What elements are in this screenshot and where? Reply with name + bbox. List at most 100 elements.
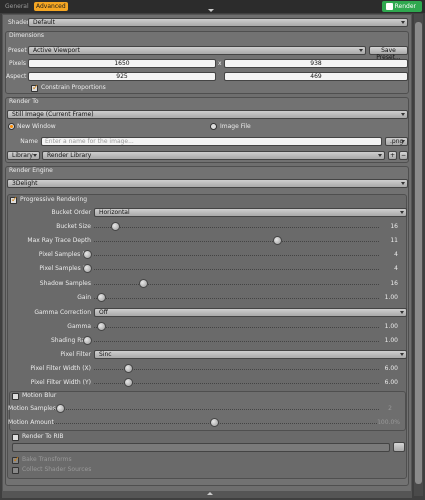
motion-samples-knob[interactable] [56, 404, 65, 413]
gain-knob[interactable] [97, 293, 106, 302]
pixel-filter-width-x-value[interactable]: 6.00 [382, 365, 398, 373]
pixel-filter-width-x-slider[interactable] [94, 369, 379, 370]
dimensions-title: Dimensions [9, 32, 45, 39]
bucket-size-value[interactable]: 16 [382, 223, 398, 231]
gain-label: Gain [77, 294, 91, 301]
tab-advanced[interactable]: Advanced [34, 2, 68, 11]
shading-rate-slider[interactable] [94, 341, 379, 342]
render-to-dropdown[interactable]: Still Image (Current Frame) [7, 110, 408, 119]
pixel-samples-y-knob[interactable] [83, 264, 92, 273]
render-engine-title: Render Engine [9, 167, 53, 174]
shading-rate-knob[interactable] [83, 336, 92, 345]
pixel-samples-x-label: Pixel Samples (X) [38, 251, 91, 258]
top-bar: General Advanced Render [0, 0, 425, 13]
rib-path-field[interactable] [12, 443, 390, 452]
bucket-order-dropdown[interactable]: Horizontal [94, 208, 407, 217]
new-window-label: New Window [17, 123, 56, 130]
render-to-rib-checkbox[interactable] [12, 434, 19, 441]
pixels-label: Pixels [8, 60, 26, 67]
max-ray-trace-depth-label: Max Ray Trace Depth [27, 237, 91, 244]
file-extension-dropdown[interactable]: .png [385, 137, 408, 146]
pixel-samples-x-slider[interactable] [94, 255, 379, 256]
collapse-arrow-icon[interactable] [208, 9, 214, 12]
motion-samples-slider[interactable] [54, 409, 379, 410]
motion-blur-group [9, 391, 406, 431]
pixel-samples-x-value[interactable]: 4 [382, 251, 398, 259]
bake-transforms-checkbox[interactable] [12, 455, 20, 464]
scrollbar-thumb[interactable] [415, 22, 422, 484]
constrain-proportions-label: Constrain Proportions [41, 84, 106, 91]
motion-amount-value[interactable]: 100.0% [372, 419, 400, 427]
save-preset-button[interactable]: Save Preset... [369, 46, 408, 61]
motion-amount-knob[interactable] [210, 418, 219, 427]
bake-transforms-label: Bake Transforms [22, 456, 72, 463]
progressive-rendering-label: Progressive Rendering [20, 196, 88, 203]
pixel-filter-width-y-slider[interactable] [94, 383, 379, 384]
shadow-samples-value[interactable]: 16 [382, 280, 398, 288]
shader-label: Shader [8, 19, 30, 26]
pixel-samples-y-label: Pixel Samples (Y) [39, 265, 91, 272]
motion-samples-value[interactable]: 2 [376, 405, 392, 413]
aspect-width-field[interactable]: 925 [28, 72, 216, 81]
gamma-label: Gamma [67, 323, 91, 330]
render-button[interactable]: Render [382, 1, 422, 12]
motion-samples-label: Motion Samples [8, 405, 56, 412]
pixel-filter-width-y-label: Pixel Filter Width (Y) [30, 379, 91, 386]
bucket-size-label: Bucket Size [56, 223, 91, 230]
preset-label: Preset [8, 47, 27, 54]
pixel-filter-label: Pixel Filter [60, 351, 91, 358]
shadow-samples-label: Shadow Samples [39, 280, 91, 287]
bucket-order-label: Bucket Order [51, 209, 91, 216]
add-button[interactable]: + [388, 151, 397, 160]
motion-blur-label: Motion Blur [22, 392, 57, 399]
max-ray-trace-depth-knob[interactable] [273, 236, 282, 245]
rib-browse-button[interactable] [393, 442, 405, 452]
collect-shader-sources-checkbox[interactable] [12, 467, 19, 474]
constrain-proportions-checkbox[interactable] [31, 83, 39, 92]
shadow-samples-slider[interactable] [94, 284, 379, 285]
pixel-filter-dropdown[interactable]: Sinc [94, 350, 407, 359]
pixels-separator: x [218, 60, 222, 67]
gain-slider[interactable] [94, 298, 379, 299]
render-to-rib-label: Render To RIB [22, 433, 64, 440]
image-name-input[interactable]: Enter a name for the image... [41, 137, 382, 146]
name-label: Name [20, 138, 38, 145]
render-engine-dropdown[interactable]: 3Delight [7, 179, 408, 188]
bottom-bar [2, 491, 412, 498]
render-icon [386, 3, 393, 10]
pixel-samples-y-value[interactable]: 4 [382, 265, 398, 273]
shader-dropdown[interactable]: Default [28, 18, 408, 27]
gamma-correction-dropdown[interactable]: Off [94, 308, 407, 317]
bucket-size-slider[interactable] [94, 227, 379, 228]
max-ray-trace-depth-slider[interactable] [94, 241, 379, 242]
image-file-radio[interactable] [210, 123, 217, 130]
progressive-rendering-checkbox[interactable] [10, 195, 18, 204]
gamma-value[interactable]: 1.00 [382, 323, 398, 331]
shading-rate-value[interactable]: 1.00 [382, 337, 398, 345]
gamma-correction-label: Gamma Correction [34, 309, 91, 316]
tab-general[interactable]: General [3, 2, 31, 11]
gamma-knob[interactable] [97, 322, 106, 331]
pixel-filter-width-x-label: Pixel Filter Width (X) [30, 365, 91, 372]
pixel-filter-width-y-value[interactable]: 6.00 [382, 379, 398, 387]
pixels-width-field[interactable]: 1650 [28, 59, 216, 68]
pixel-filter-width-x-knob[interactable] [124, 364, 133, 373]
library-dropdown[interactable]: Library [7, 151, 40, 160]
pixels-height-field[interactable]: 938 [224, 59, 408, 68]
motion-blur-checkbox[interactable] [12, 393, 19, 400]
aspect-height-field[interactable]: 469 [224, 72, 408, 81]
pixel-samples-x-knob[interactable] [83, 250, 92, 259]
preset-dropdown[interactable]: Active Viewport [28, 46, 366, 55]
new-window-radio[interactable] [8, 123, 15, 130]
collect-shader-sources-label: Collect Shader Sources [22, 466, 92, 473]
bucket-size-knob[interactable] [111, 222, 120, 231]
gain-value[interactable]: 1.00 [382, 294, 398, 302]
remove-button[interactable]: − [399, 151, 408, 160]
pixel-filter-width-y-knob[interactable] [124, 378, 133, 387]
render-library-dropdown[interactable]: Render Library [42, 151, 385, 160]
max-ray-trace-depth-value[interactable]: 11 [382, 237, 398, 245]
shadow-samples-knob[interactable] [139, 279, 148, 288]
pixel-samples-y-slider[interactable] [94, 269, 379, 270]
expand-arrow-icon[interactable] [207, 492, 213, 495]
gamma-slider[interactable] [94, 327, 379, 328]
